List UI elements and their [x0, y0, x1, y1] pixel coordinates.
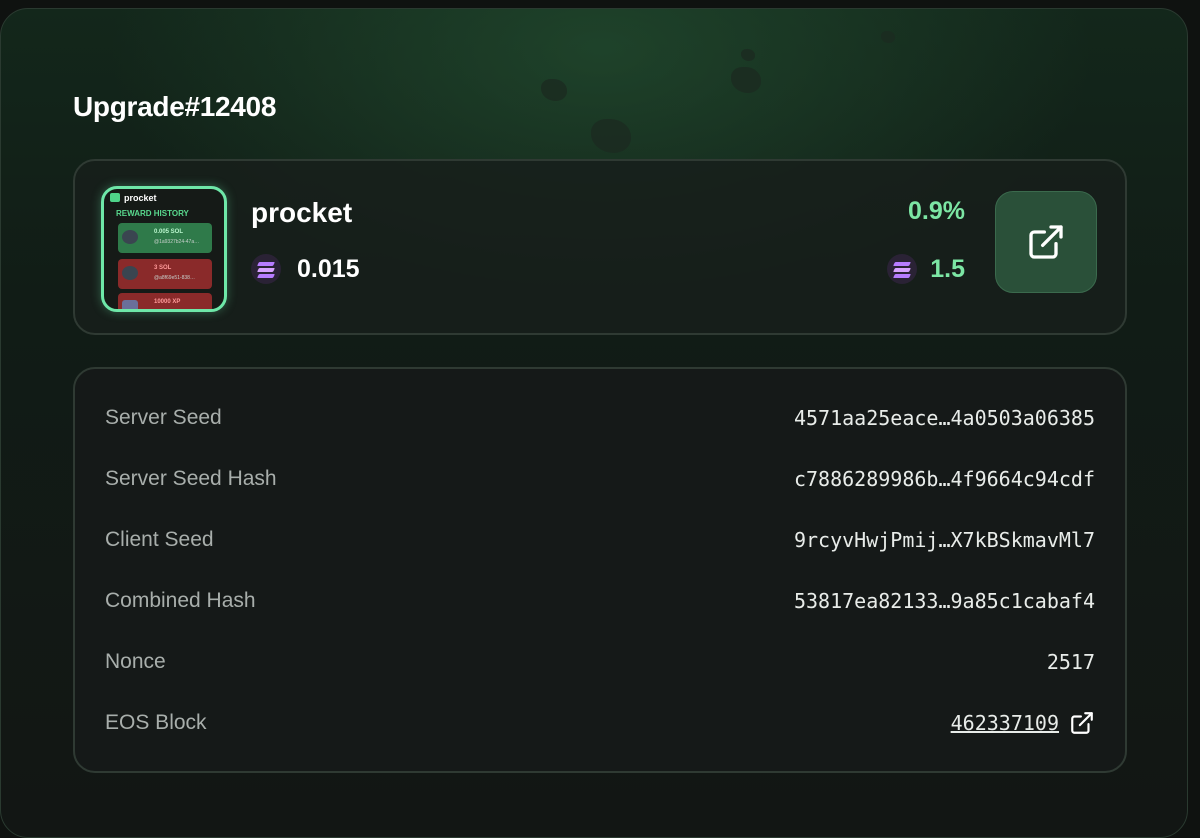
background-rock — [541, 79, 567, 101]
item-thumbnail: procket REWARD HISTORY 0.005 SOL @1a9327… — [101, 186, 227, 312]
open-item-button[interactable] — [995, 191, 1097, 293]
external-link-icon[interactable] — [1069, 710, 1095, 736]
page-title: Upgrade#12408 — [73, 91, 277, 122]
thumbnail-row: 3 SOL @a8f69e51-838… — [118, 259, 212, 289]
solana-icon — [887, 254, 917, 284]
upgrade-chance: 0.9% — [908, 197, 965, 225]
background-rock — [591, 119, 631, 153]
thumbnail-row: 10000 XP — [118, 293, 212, 309]
detail-label: EOS Block — [105, 711, 207, 734]
detail-row-server-seed: Server Seed 4571aa25eace…4a0503a06385 — [105, 403, 1095, 433]
item-name: procket — [251, 197, 353, 228]
detail-label: Server Seed Hash — [105, 467, 277, 490]
detail-value: 9rcyvHwjPmij…X7kBSkmavMl7 — [793, 528, 1095, 552]
item-card: procket REWARD HISTORY 0.005 SOL @1a9327… — [73, 159, 1127, 335]
detail-row-nonce: Nonce 2517 — [105, 647, 1095, 677]
eos-block-link[interactable]: 462337109 — [951, 711, 1059, 735]
background-rock — [881, 31, 895, 43]
detail-value: c7886289986b…4f9664c94cdf — [793, 467, 1095, 491]
background-rock — [741, 49, 755, 61]
item-price: 0.015 — [297, 255, 360, 283]
thumbnail-brand: procket — [124, 193, 157, 203]
detail-row-combined-hash: Combined Hash 53817ea82133…9a85c1cabaf4 — [105, 586, 1095, 616]
detail-row-eos-block: EOS Block 462337109 — [105, 708, 1095, 738]
detail-value: 53817ea82133…9a85c1cabaf4 — [793, 589, 1095, 613]
external-link-icon — [1029, 225, 1063, 259]
detail-label: Server Seed — [105, 406, 222, 429]
thumbnail-row: 0.005 SOL @1a9327b24-47a… — [118, 223, 212, 253]
thumbnail-heading: REWARD HISTORY — [116, 209, 189, 218]
eos-block-link-group[interactable]: 462337109 — [951, 710, 1095, 736]
upgrade-value: 1.5 — [930, 255, 965, 283]
detail-label: Nonce — [105, 650, 166, 673]
detail-row-server-seed-hash: Server Seed Hash c7886289986b…4f9664c94c… — [105, 464, 1095, 494]
upgrade-details-modal: Upgrade#12408 procket REWARD HISTORY 0.0… — [0, 8, 1188, 838]
detail-row-client-seed: Client Seed 9rcyvHwjPmij…X7kBSkmavMl7 — [105, 525, 1095, 555]
detail-value: 4571aa25eace…4a0503a06385 — [793, 406, 1095, 430]
solana-icon — [251, 254, 281, 284]
background-rock — [731, 67, 761, 93]
detail-label: Combined Hash — [105, 589, 256, 612]
provably-fair-details: Server Seed 4571aa25eace…4a0503a06385 Se… — [73, 367, 1127, 773]
detail-label: Client Seed — [105, 528, 214, 551]
detail-value: 2517 — [1046, 650, 1095, 674]
